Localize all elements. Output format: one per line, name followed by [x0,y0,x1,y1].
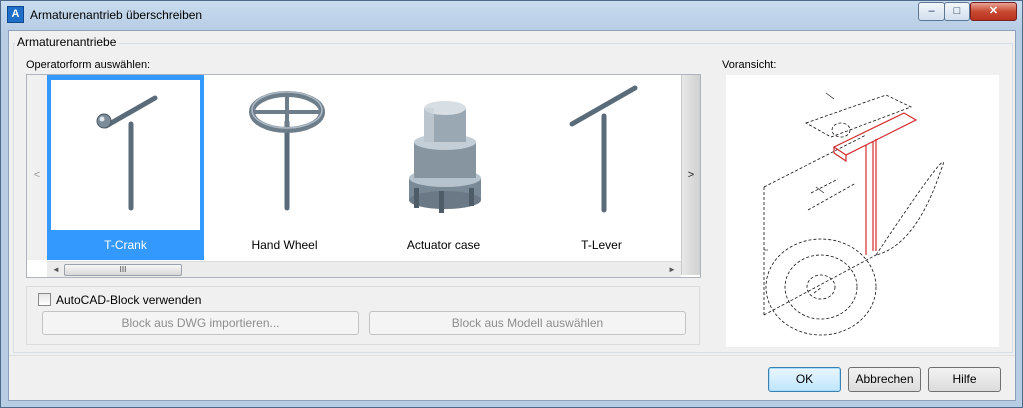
preview-panel [726,75,999,347]
operator-item-t-lever[interactable]: T-Lever [523,75,680,260]
window-title: Armaturenantrieb überschreiben [30,8,203,22]
operator-item-actuator-case[interactable]: Actuator case [365,75,522,260]
cancel-button[interactable]: Abbrechen [848,367,921,392]
operator-shape-label: Operatorform auswählen: [26,59,151,71]
gallery-prev-button[interactable]: < [27,75,47,260]
preview-drawing [763,92,944,336]
select-block-from-model-button[interactable]: Block aus Modell auswählen [369,311,686,335]
operator-gallery: < T-Crank Hand Wheel Actuator case T-Lev… [26,74,701,278]
gallery-next-button[interactable]: > [681,75,700,275]
title-bar[interactable]: A Armaturenantrieb überschreiben – □ ✕ [1,1,1022,29]
t-crank-thumbnail [51,80,200,230]
autocad-app-icon: A [7,6,24,23]
preview-label: Voransicht: [722,59,777,71]
scrollbar-thumb[interactable]: III [64,264,182,276]
minimize-button[interactable]: – [918,2,945,21]
scroll-right-arrow-icon[interactable]: ► [665,263,679,277]
maximize-button[interactable]: □ [944,2,970,21]
ok-button[interactable]: OK [768,367,841,392]
operator-item-label: T-Lever [581,238,622,252]
t-lever-thumbnail [527,80,676,230]
operator-item-t-crank[interactable]: T-Crank [47,75,204,260]
operator-item-label: T-Crank [104,238,147,252]
group-label: Armaturenantriebe [15,35,119,49]
scroll-left-arrow-icon[interactable]: ◄ [49,263,63,277]
button-separator [9,355,1015,356]
use-autocad-block-checkbox[interactable] [38,293,51,306]
hand-wheel-thumbnail [210,80,359,230]
dialog-window: A Armaturenantrieb überschreiben – □ ✕ A… [0,0,1023,408]
help-button[interactable]: Hilfe [928,367,1001,392]
close-button[interactable]: ✕ [970,2,1017,21]
autocad-block-group: AutoCAD-Block verwenden Block aus DWG im… [26,286,700,345]
operator-item-label: Hand Wheel [251,238,318,252]
operator-item-label: Actuator case [406,238,481,252]
import-block-from-dwg-button[interactable]: Block aus DWG importieren... [42,311,359,335]
use-autocad-block-label[interactable]: AutoCAD-Block verwenden [56,293,201,307]
operator-item-hand-wheel[interactable]: Hand Wheel [206,75,363,260]
dialog-client-area: Armaturenantriebe Operatorform auswählen… [8,30,1016,401]
actuator-case-thumbnail [369,80,518,230]
gallery-horizontal-scrollbar[interactable]: ◄ III ► [47,261,681,277]
